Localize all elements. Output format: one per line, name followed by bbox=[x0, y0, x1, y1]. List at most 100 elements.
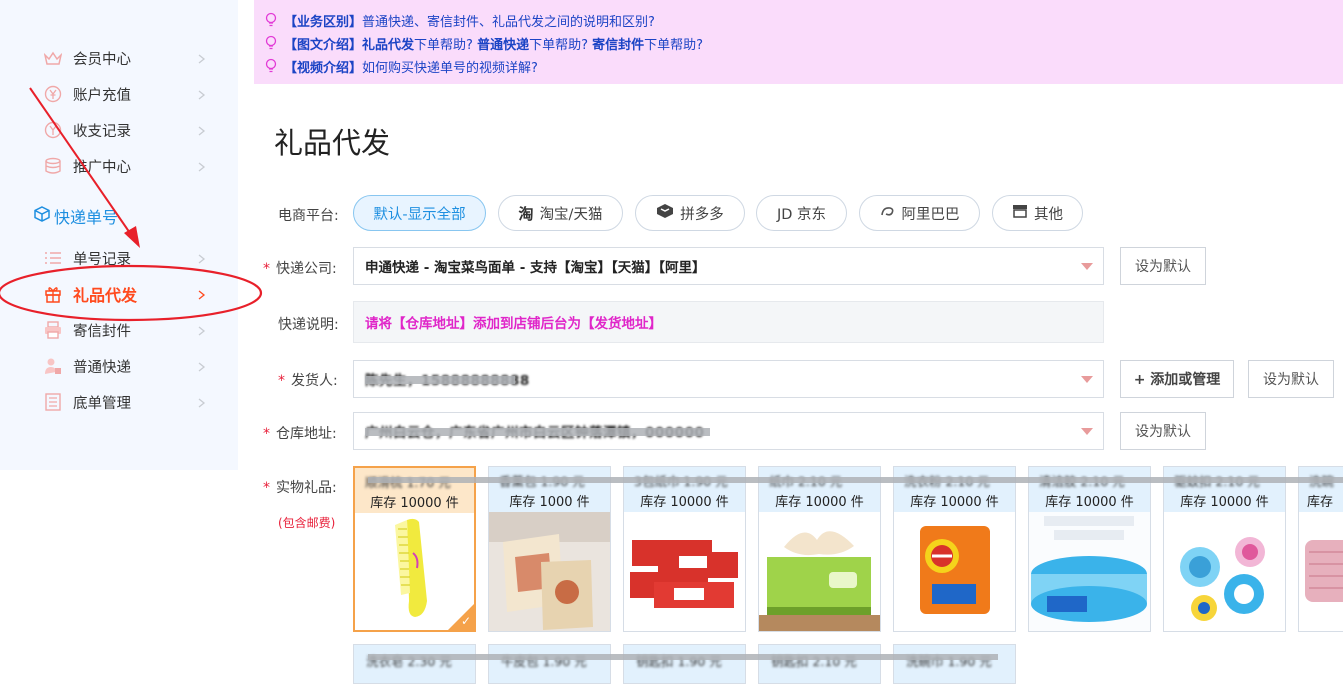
gift-stock: 库存 10000 件 bbox=[1180, 495, 1269, 510]
letter-help-link[interactable]: 寄信封件 bbox=[592, 34, 644, 53]
add-manage-sender-button[interactable]: + 添加或管理 bbox=[1120, 360, 1234, 398]
platform-alibaba-button[interactable]: 阿里巴巴 bbox=[859, 195, 980, 231]
chevron-right-icon bbox=[198, 325, 207, 336]
gift-card-row2[interactable]: 钥匙扣 2.10 元 bbox=[758, 644, 881, 684]
caret-down-icon bbox=[1081, 263, 1093, 270]
sidebar-section-title: 快递单号 bbox=[34, 204, 118, 228]
gift-card-header: 香薰包 1.90 元库存 1000 件 bbox=[489, 467, 610, 512]
gift-card-header: 顺滑梳 1.70 元库存 10000 件 bbox=[355, 468, 474, 513]
gift-card-detergent[interactable]: 洗衣粉 2.10 元库存 10000 件 bbox=[893, 466, 1016, 632]
help-suffix: 下单帮助? bbox=[529, 37, 588, 53]
sidebar-item-promotion[interactable]: 推广中心 bbox=[0, 148, 238, 184]
express-help-link[interactable]: 普通快递 bbox=[477, 34, 529, 53]
yen-icon bbox=[44, 85, 62, 103]
gift-stock: 库存 10000 件 bbox=[640, 495, 729, 510]
mosquito-button-image bbox=[1180, 537, 1265, 621]
help-suffix: 下单帮助? bbox=[644, 37, 704, 53]
warehouse-label: * 仓库地址: bbox=[263, 426, 337, 442]
chevron-right-icon bbox=[198, 361, 207, 372]
gift-stock: 库存 10000 件 bbox=[775, 495, 864, 510]
chevron-right-icon bbox=[198, 253, 207, 264]
chevron-right-icon bbox=[198, 397, 207, 408]
notice-tag: 【视频介绍】 bbox=[284, 60, 363, 76]
notice-panel: 【业务区别】 普通快递、寄信封件、礼品代发之间的说明和区别? 【图文介绍】 礼品… bbox=[254, 0, 1343, 84]
sidebar-item-letter[interactable]: 寄信封件 bbox=[0, 312, 238, 348]
redaction-bar bbox=[365, 376, 515, 384]
gift-card-header: 驱蚊扣 2.10 元库存 10000 件 bbox=[1164, 467, 1285, 512]
sidebar-item-member[interactable]: 会员中心 bbox=[0, 40, 238, 76]
page-title: 礼品代发 bbox=[274, 126, 391, 160]
courier-icon bbox=[44, 357, 62, 375]
gift-card-row2[interactable]: 洗衣皂 2.30 元 bbox=[353, 644, 476, 684]
warehouse-set-default-button[interactable]: 设为默认 bbox=[1120, 412, 1206, 450]
sidebar-item-express[interactable]: 普通快递 bbox=[0, 348, 238, 384]
gift-label: * 实物礼品: bbox=[263, 480, 337, 496]
courier-note: 请将【仓库地址】添加到店铺后台为【发货地址】 bbox=[353, 301, 1104, 343]
gift-stock: 库存 10000 件 bbox=[1045, 495, 1134, 510]
notice-tag: 【业务区别】 bbox=[284, 14, 363, 30]
platform-pdd-button[interactable]: 拼多多 bbox=[635, 195, 745, 231]
notice-tag: 【图文介绍】 bbox=[284, 37, 363, 53]
gift-card-comb[interactable]: 顺滑梳 1.70 元库存 10000 件 ✓ bbox=[353, 466, 476, 632]
redaction-bar bbox=[365, 428, 710, 436]
notice-link[interactable]: 如何购买快递单号的视频详解? bbox=[362, 57, 538, 76]
sachet-image bbox=[489, 512, 610, 631]
gift-card-row2[interactable]: 牛皮包 1.90 元 bbox=[488, 644, 611, 684]
gift-card-mosquito-button[interactable]: 驱蚊扣 2.10 元库存 10000 件 bbox=[1163, 466, 1286, 632]
chevron-right-icon bbox=[198, 89, 207, 100]
caret-down-icon bbox=[1081, 428, 1093, 435]
gift-card-dish-cloth[interactable]: 洗碗库存 bbox=[1298, 466, 1343, 632]
gift-card-header: 清洁胶 2.10 元库存 10000 件 bbox=[1029, 467, 1150, 512]
lightbulb-icon bbox=[265, 58, 277, 73]
sidebar-item-records[interactable]: 收支记录 bbox=[0, 112, 238, 148]
platform-taobao-button[interactable]: 淘 淘宝/天猫 bbox=[498, 195, 623, 231]
pill-label: 其他 bbox=[1034, 206, 1063, 223]
sidebar-item-recharge[interactable]: 账户充值 bbox=[0, 76, 238, 112]
gift-card-header: 纸巾 2.10 元库存 10000 件 bbox=[759, 467, 880, 512]
platform-other-button[interactable]: 其他 bbox=[992, 195, 1083, 231]
gift-card-cleaning-gel[interactable]: 清洁胶 2.10 元库存 10000 件 bbox=[1028, 466, 1151, 632]
gift-card-header: 3包纸巾 1.90 元库存 10000 件 bbox=[624, 467, 745, 512]
tissue-pack-image bbox=[630, 540, 738, 608]
gift-stock: 库存 bbox=[1307, 495, 1334, 510]
gift-card-sachet[interactable]: 香薰包 1.90 元库存 1000 件 bbox=[488, 466, 611, 632]
gift-help-link[interactable]: 礼品代发 bbox=[362, 34, 414, 53]
sender-set-default-button[interactable]: 设为默认 bbox=[1248, 360, 1334, 398]
chevron-right-icon bbox=[198, 289, 207, 300]
gift-stock: 库存 10000 件 bbox=[910, 495, 999, 510]
taobao-icon: 淘 bbox=[518, 204, 534, 223]
notice-link[interactable]: 普通快递、寄信封件、礼品代发之间的说明和区别? bbox=[362, 11, 655, 30]
gift-card-row2[interactable]: 钥匙扣 1.90 元 bbox=[623, 644, 746, 684]
notice-line: 【视频介绍】 如何购买快递单号的视频详解? bbox=[264, 57, 538, 76]
gift-stock: 库存 10000 件 bbox=[370, 496, 459, 511]
pill-label: JD 京东 bbox=[776, 206, 827, 223]
printer-icon bbox=[44, 321, 62, 339]
sidebar-item-label: 底单管理 bbox=[73, 395, 131, 412]
sidebar: 会员中心 账户充值 收支记录 推广中心 快递单号 单号记录 礼品代发 寄信封件 … bbox=[0, 0, 238, 470]
sidebar-item-gift[interactable]: 礼品代发 bbox=[0, 276, 238, 312]
check-icon: ✓ bbox=[460, 614, 471, 628]
sidebar-item-label: 会员中心 bbox=[73, 51, 131, 68]
gift-card-tissue[interactable]: 纸巾 2.10 元库存 10000 件 bbox=[758, 466, 881, 632]
sidebar-item-receipts[interactable]: 底单管理 bbox=[0, 384, 238, 420]
lightbulb-icon bbox=[265, 35, 277, 50]
sidebar-item-tracking[interactable]: 单号记录 bbox=[0, 240, 238, 276]
note-text: 请将【仓库地址】添加到店铺后台为【发货地址】 bbox=[365, 316, 662, 332]
platform-jd-button[interactable]: JD 京东 bbox=[756, 195, 847, 231]
platform-all-button[interactable]: 默认-显示全部 bbox=[353, 195, 486, 231]
courier-label: * 快递公司: bbox=[263, 261, 337, 277]
gift-card-tissue-3pack[interactable]: 3包纸巾 1.90 元库存 10000 件 bbox=[623, 466, 746, 632]
pill-label: 阿里巴巴 bbox=[901, 206, 960, 223]
sidebar-item-label: 推广中心 bbox=[73, 159, 131, 176]
gift-card-row2[interactable]: 洗碗巾 1.90 元 bbox=[893, 644, 1016, 684]
lightbulb-icon bbox=[265, 12, 277, 27]
sender-label: * 发货人: bbox=[278, 373, 338, 389]
pill-label: 拼多多 bbox=[680, 206, 724, 223]
gift-card-header: 洗碗库存 bbox=[1299, 467, 1343, 512]
pdd-icon bbox=[656, 203, 674, 223]
redaction-bar bbox=[368, 654, 998, 660]
database-icon bbox=[44, 157, 62, 175]
courier-set-default-button[interactable]: 设为默认 bbox=[1120, 247, 1206, 285]
notice-line: 【业务区别】 普通快递、寄信封件、礼品代发之间的说明和区别? bbox=[264, 11, 655, 30]
courier-select[interactable]: 申通快递 - 淘宝菜鸟面单 - 支持【淘宝】【天猫】【阿里】 bbox=[353, 247, 1104, 285]
